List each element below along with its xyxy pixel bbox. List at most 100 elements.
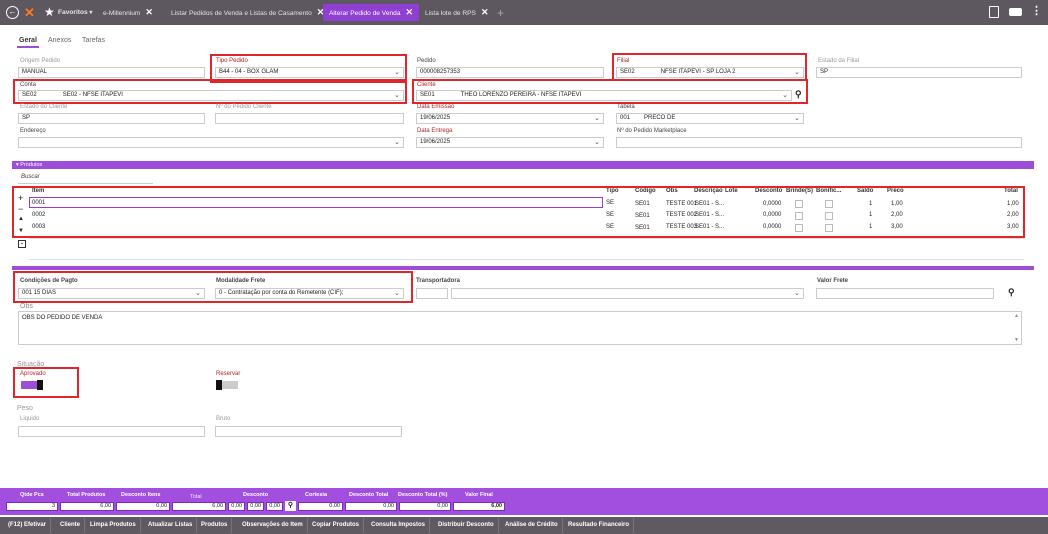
highlight-produtos-grid <box>12 186 1025 238</box>
reservar-label: Reservar <box>216 371 241 377</box>
grid-empty-area <box>29 238 1024 260</box>
tabela-select[interactable]: 001 PRECO DE ⌄ <box>616 113 804 124</box>
search-icon[interactable]: ⚲ <box>1008 287 1015 298</box>
chevron-down-icon: ⌄ <box>394 139 400 146</box>
valor-final-label: Valor Final <box>465 492 493 498</box>
efetivar-button[interactable]: (F12) Efetivar <box>4 518 52 533</box>
desconto-value-1[interactable]: 0,00 <box>228 502 245 511</box>
top-bar: ← ✕ ★ Favoritos ▾ e-Millennium ✕ Listar P… <box>0 0 1048 25</box>
resultado-financeiro-button[interactable]: Resultado Financeiro <box>564 518 635 533</box>
nr-pedido-cliente-label: Nº do Pedido Cliente <box>216 104 272 110</box>
tab-anexos[interactable]: Anexos <box>48 37 71 44</box>
transportadora-code[interactable] <box>416 288 448 299</box>
cortesia-value: 0,00 <box>298 502 343 511</box>
add-tab-icon[interactable]: + <box>497 6 504 20</box>
valor-frete-field[interactable] <box>816 288 994 299</box>
search-icon[interactable]: ⚲ <box>285 501 296 511</box>
highlight-pagto <box>13 271 413 303</box>
liquido-field[interactable] <box>18 426 205 437</box>
grid-divider <box>12 266 1034 270</box>
data-entrega-field[interactable]: 19/06/2025 ⌄ <box>416 137 604 148</box>
close-icon[interactable]: ✕ <box>406 7 414 17</box>
liquido-label: Liquido <box>20 416 40 422</box>
total-produtos-value: 6,00 <box>60 502 114 511</box>
desconto-value-2[interactable]: 0,00 <box>247 502 264 511</box>
tab-geral[interactable]: Geral <box>19 37 37 44</box>
transportadora-select[interactable]: ⌄ <box>451 288 804 299</box>
origem-label: Origem Pedido <box>20 58 61 64</box>
copiar-produtos-button[interactable]: Copiar Produtos <box>308 518 365 533</box>
observacoes-item-button[interactable]: Observações do Item <box>238 518 308 533</box>
highlight-aprovado <box>13 367 79 398</box>
qtde-value: 3 <box>6 502 58 511</box>
tab-listar-pedidos[interactable]: Listar Pedidos de Venda e Listas de Casa… <box>171 4 324 21</box>
pedido-label: Pedido <box>417 58 436 64</box>
chevron-down-icon: ⌄ <box>594 139 600 146</box>
desc-total-label: Desconto Total <box>349 492 389 498</box>
estado-cliente-label: Estado do Cliente <box>20 104 68 110</box>
distribuir-desconto-button[interactable]: Distribuir Desconto <box>434 518 499 533</box>
bruto-field[interactable] <box>215 426 402 437</box>
highlight-cliente <box>412 79 808 104</box>
chat-icon[interactable] <box>1009 8 1022 16</box>
obs-textarea[interactable]: OBS DO PEDIDO DE VENDA ▲ ▼ <box>18 311 1022 345</box>
highlight-conta <box>13 79 407 104</box>
chevron-down-icon: ⌄ <box>594 115 600 122</box>
transportadora-label: Transportadora <box>416 278 461 284</box>
total-value: 6,00 <box>172 502 226 511</box>
star-icon[interactable]: ★ <box>44 5 55 19</box>
atualizar-listas-button[interactable]: Atualizar Listas <box>144 518 198 533</box>
total-produtos-label: Total Produtos <box>67 492 106 498</box>
endereco-select[interactable]: ⌄ <box>18 137 404 148</box>
buscar-field[interactable]: Buscar <box>18 174 153 184</box>
reservar-toggle[interactable] <box>216 380 238 390</box>
peso-label: Peso <box>17 405 33 412</box>
data-emissao-field[interactable]: 19/06/2025 ⌄ <box>416 113 604 124</box>
cortesia-label: Cortesia <box>305 492 328 498</box>
more-icon[interactable]: ⋮ <box>1031 4 1042 17</box>
tab-emillennium[interactable]: e-Millennium ✕ <box>103 4 153 21</box>
produtos-button[interactable]: Produtos <box>197 518 233 533</box>
desc-itens-value: 0,00 <box>116 502 170 511</box>
millennium-logo-icon: ✕ <box>24 5 35 20</box>
close-icon[interactable]: ✕ <box>481 7 489 17</box>
clipboard-icon[interactable] <box>989 6 999 18</box>
back-icon[interactable]: ← <box>6 6 19 19</box>
data-entrega-label: Data Entrega <box>417 128 453 134</box>
close-icon[interactable]: ✕ <box>145 7 153 17</box>
cliente-button[interactable]: Cliente <box>56 518 86 533</box>
valor-final-value: 6,00 <box>453 502 505 511</box>
limpa-produtos-button[interactable]: Limpa Produtos <box>86 518 141 533</box>
estado-filial-field[interactable]: SP <box>816 67 1022 78</box>
pedido-field[interactable]: 000008257353 <box>416 67 604 78</box>
chevron-down-icon: ⌄ <box>794 290 800 297</box>
desconto-value-3[interactable]: 0,00 <box>266 502 283 511</box>
produtos-band[interactable]: ▾ Produtos <box>12 161 1034 169</box>
desc-total-pct-value: 0,00 <box>399 502 451 511</box>
desc-itens-label: Desconto Itens <box>121 492 161 498</box>
consulta-impostos-button[interactable]: Consulta Impostos <box>367 518 431 533</box>
grid-settings-icon[interactable]: ▪ <box>18 240 26 248</box>
origem-field[interactable]: MANUAL <box>18 67 205 78</box>
total-label: Total <box>190 494 202 500</box>
tab-alterar-pedido[interactable]: Alterar Pedido de Venda ✕ <box>323 4 420 21</box>
tab-lista-lote-rps[interactable]: Lista lote de RPS ✕ <box>425 4 489 21</box>
tabela-label: Tabela <box>617 104 635 110</box>
desc-total-pct-label: Desconto Total (%) <box>398 492 448 498</box>
desc-total-value: 0,00 <box>345 502 397 511</box>
estado-cliente-field[interactable]: SP <box>18 113 205 124</box>
nr-marketplace-field[interactable] <box>616 137 1022 148</box>
tab-tarefas[interactable]: Tarefas <box>82 37 105 44</box>
data-emissao-label: Data Emissão <box>417 104 455 110</box>
tab-geral-underline <box>17 46 39 48</box>
analise-credito-button[interactable]: Análise de Crédito <box>501 518 563 533</box>
favoritos-menu[interactable]: Favoritos ▾ <box>58 4 92 21</box>
bruto-label: Bruto <box>216 416 231 422</box>
qtde-label: Qtde Pcs <box>20 492 44 498</box>
nr-marketplace-label: Nº do Pedido Marketplace <box>617 128 687 134</box>
nr-pedido-cliente-field[interactable] <box>215 113 404 124</box>
highlight-filial <box>612 53 807 81</box>
scroll-up-icon[interactable]: ▲ <box>1014 313 1019 319</box>
scroll-down-icon[interactable]: ▼ <box>1014 337 1019 343</box>
estado-filial-label: Estado da Filial <box>818 58 860 64</box>
